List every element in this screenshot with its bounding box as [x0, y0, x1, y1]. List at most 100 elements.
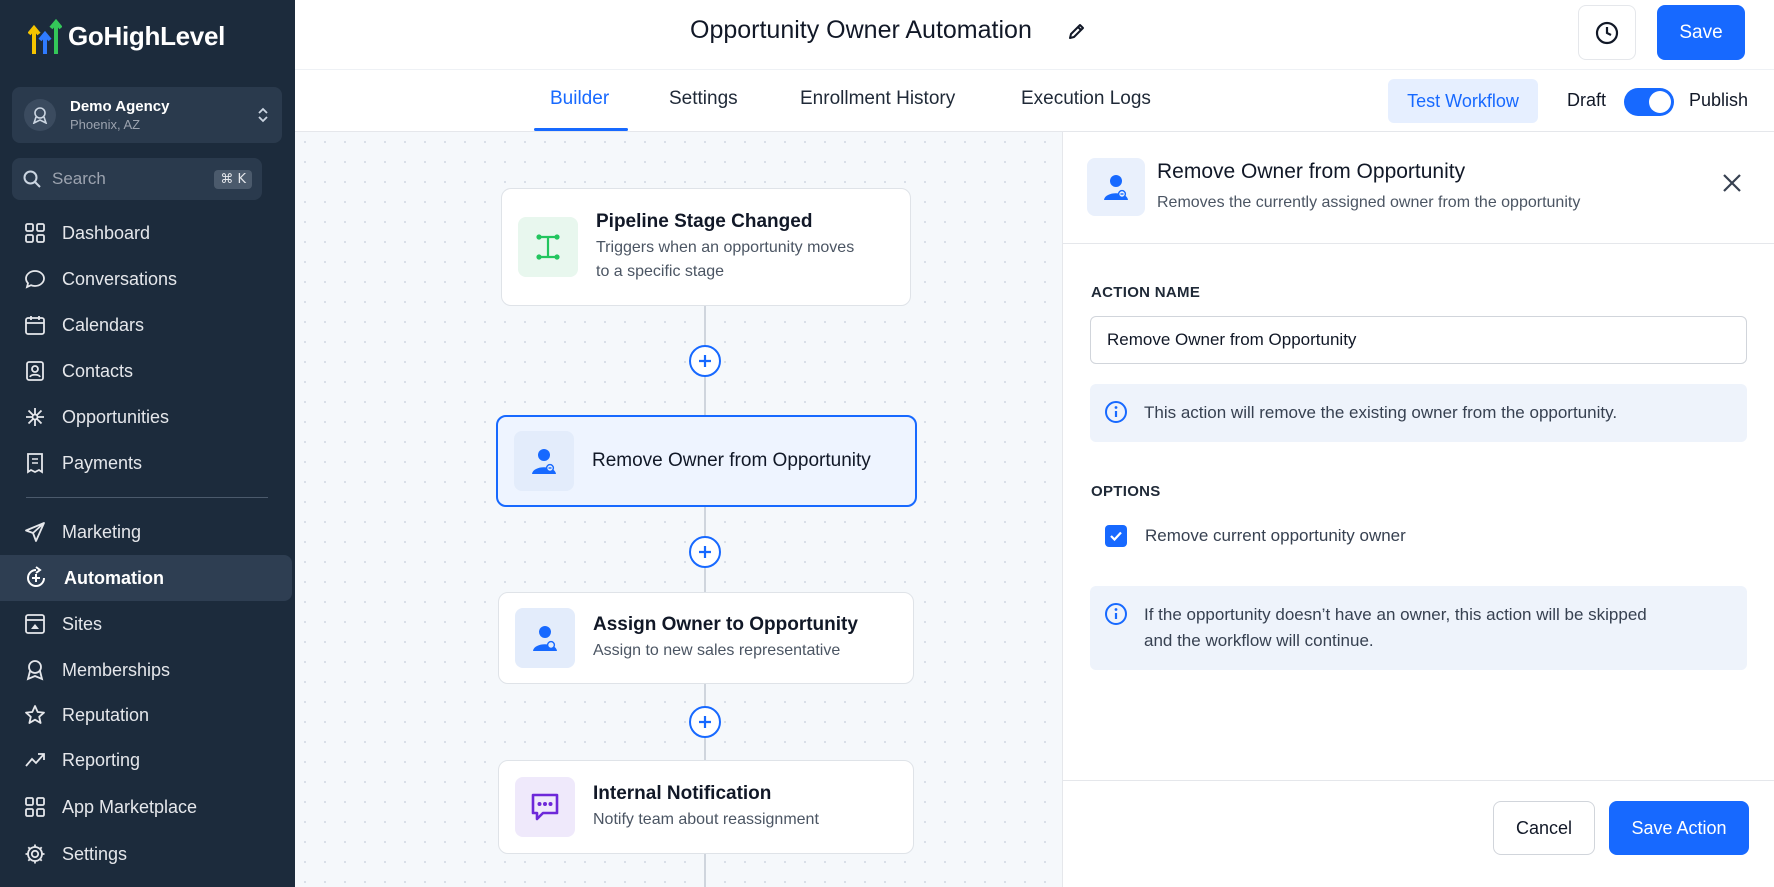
workflow-header: Opportunity Owner Automation Save — [295, 0, 1774, 70]
node-subtitle-line: to a specific stage — [596, 263, 725, 280]
panel-footer: Cancel Save Action — [1063, 780, 1774, 887]
star-icon — [25, 705, 45, 724]
save-button[interactable]: Save — [1657, 5, 1745, 60]
user-assign-icon — [515, 608, 575, 668]
publish-toggle[interactable] — [1624, 88, 1674, 116]
panel-title: Remove Owner from Opportunity — [1157, 160, 1466, 183]
info-text: This action will remove the existing own… — [1144, 403, 1618, 422]
option-remove-owner[interactable]: Remove current opportunity owner — [1105, 525, 1406, 547]
workflow-canvas[interactable]: Pipeline Stage Changed Triggers when an … — [295, 132, 1062, 887]
sidebar-item-automation[interactable]: Automation — [0, 555, 292, 601]
note-line: If the opportunity doesn’t have an owner… — [1144, 605, 1647, 624]
options-label: OPTIONS — [1091, 483, 1161, 500]
sidebar-item-opportunities[interactable]: Opportunities — [0, 394, 292, 440]
active-tab-indicator — [534, 128, 628, 131]
draft-label: Draft — [1567, 90, 1607, 110]
agency-badge-icon — [32, 107, 48, 124]
action-name-input[interactable] — [1090, 316, 1747, 364]
receipt-icon — [27, 453, 43, 474]
app-logo[interactable]: GoHighLevel — [28, 18, 225, 54]
clock-icon — [1595, 21, 1619, 44]
cancel-button[interactable]: Cancel — [1493, 801, 1595, 855]
action-name-label: ACTION NAME — [1091, 284, 1201, 301]
chat-bubble-icon — [25, 270, 45, 289]
membership-badge-icon — [26, 660, 44, 681]
add-step-button[interactable] — [689, 345, 721, 377]
plus-icon — [699, 716, 711, 728]
panel-header: Remove Owner from Opportunity Removes th… — [1063, 132, 1774, 244]
panel-subtitle: Removes the currently assigned owner fro… — [1157, 194, 1581, 211]
sidebar-item-app-marketplace[interactable]: App Marketplace — [0, 784, 292, 830]
pencil-edit-icon[interactable] — [1067, 21, 1087, 46]
workflow-node-assign-owner[interactable]: Assign Owner to Opportunity Assign to ne… — [498, 592, 914, 684]
sidebar-item-label: Reputation — [62, 704, 150, 725]
sidebar-item-settings[interactable]: Settings — [0, 831, 292, 877]
workflow-node-remove-owner[interactable]: Remove Owner from Opportunity — [496, 415, 917, 507]
sites-icon — [25, 614, 45, 634]
app-name: GoHighLevel — [68, 20, 226, 51]
chevron-up-down-icon — [256, 105, 270, 130]
sidebar-item-calendars[interactable]: Calendars — [0, 302, 292, 348]
sidebar-item-conversations[interactable]: Conversations — [0, 256, 292, 302]
search-input[interactable]: Search — [52, 169, 214, 189]
tab-execution-logs[interactable]: Execution Logs — [1021, 88, 1151, 110]
remove-owner-checkbox[interactable] — [1105, 525, 1127, 547]
sidebar-item-label: Settings — [62, 843, 128, 864]
node-title: Assign Owner to Opportunity — [593, 614, 858, 635]
send-icon — [25, 522, 45, 542]
version-history-button[interactable] — [1578, 5, 1636, 60]
search-bar[interactable]: Search ⌘ K — [12, 158, 262, 200]
test-workflow-button[interactable]: Test Workflow — [1388, 79, 1538, 123]
search-icon — [23, 170, 41, 188]
save-action-button[interactable]: Save Action — [1609, 801, 1749, 855]
sidebar-item-sites[interactable]: Sites — [0, 601, 292, 647]
workflow-node-notification[interactable]: Internal Notification Notify team about … — [498, 760, 914, 854]
agency-name: Demo Agency — [70, 98, 170, 115]
search-shortcut: ⌘ K — [214, 169, 252, 189]
workflow-node-trigger[interactable]: Pipeline Stage Changed Triggers when an … — [501, 188, 911, 306]
dashboard-icon — [25, 223, 45, 243]
add-step-button[interactable] — [689, 536, 721, 568]
sidebar-item-contacts[interactable]: Contacts — [0, 348, 292, 394]
sidebar-item-label: Reporting — [62, 749, 141, 770]
agency-switcher[interactable]: Demo Agency Phoenix, AZ — [12, 87, 282, 143]
tab-settings[interactable]: Settings — [669, 88, 738, 110]
sidebar-item-label: Automation — [64, 567, 164, 588]
gear-icon — [25, 844, 45, 864]
node-subtitle: Triggers when an opportunity moves to a … — [596, 236, 854, 284]
tab-builder[interactable]: Builder — [550, 88, 609, 110]
add-step-button[interactable] — [689, 706, 721, 738]
plus-icon — [699, 546, 711, 558]
sidebar-item-marketing[interactable]: Marketing — [0, 509, 292, 555]
action-config-panel: Remove Owner from Opportunity Removes th… — [1062, 132, 1774, 887]
sidebar-item-reporting[interactable]: Reporting — [0, 737, 292, 783]
contact-card-icon — [26, 361, 44, 381]
user-remove-icon — [514, 431, 574, 491]
workflow-title: Opportunity Owner Automation — [690, 16, 1032, 44]
sidebar-item-label: Conversations — [62, 268, 178, 289]
agency-location: Phoenix, AZ — [70, 117, 141, 132]
trend-icon — [25, 753, 45, 767]
sidebar-item-payments[interactable]: Payments — [0, 440, 292, 486]
close-icon[interactable] — [1721, 172, 1743, 199]
sidebar-item-label: Sites — [62, 613, 103, 634]
sidebar-item-memberships[interactable]: Memberships — [0, 647, 292, 693]
user-remove-icon — [1087, 158, 1145, 216]
sidebar-item-reputation[interactable]: Reputation — [0, 692, 292, 738]
info-icon — [1105, 401, 1127, 423]
checkmark-icon — [1110, 531, 1122, 542]
plus-icon — [699, 355, 711, 367]
sidebar-item-label: Payments — [62, 452, 143, 473]
skip-note-banner: If the opportunity doesn’t have an owner… — [1090, 586, 1747, 670]
node-title: Pipeline Stage Changed — [596, 211, 813, 232]
sidebar-item-label: Marketing — [62, 521, 142, 542]
sidebar-item-label: Dashboard — [62, 222, 151, 243]
note-line: and the workflow will continue. — [1144, 631, 1374, 650]
sidebar-item-dashboard[interactable]: Dashboard — [0, 210, 292, 256]
node-subtitle: Notify team about reassignment — [593, 811, 819, 828]
automation-icon — [27, 566, 45, 587]
grid-icon — [25, 797, 45, 817]
tab-enrollment-history[interactable]: Enrollment History — [800, 88, 955, 110]
sidebar-divider — [26, 497, 268, 498]
sidebar: GoHighLevel Demo Agency Phoenix, AZ Sear… — [0, 0, 295, 887]
